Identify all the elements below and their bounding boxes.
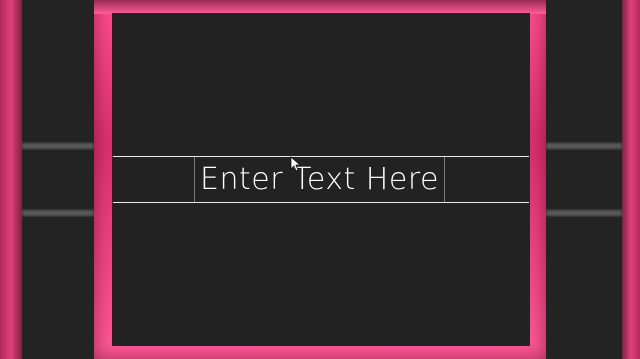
text-guide-line-bottom	[113, 202, 529, 203]
background-dark-panel-left	[22, 0, 94, 359]
text-layer-content[interactable]: Enter Text Here	[200, 164, 439, 195]
background-dark-panel-right	[546, 0, 622, 359]
background-stripe	[546, 210, 622, 216]
background-stripe	[546, 143, 622, 149]
background-pink-edge-left	[0, 0, 22, 359]
background-stripe	[22, 143, 94, 149]
mouse-pointer-icon	[290, 156, 302, 172]
background-pink-edge-right	[622, 0, 640, 359]
pink-frame-top-shade	[94, 0, 546, 14]
editable-text-layer[interactable]: Enter Text Here	[194, 157, 445, 202]
video-preview-stage: Enter Text Here	[0, 0, 640, 359]
background-stripe	[22, 210, 94, 216]
